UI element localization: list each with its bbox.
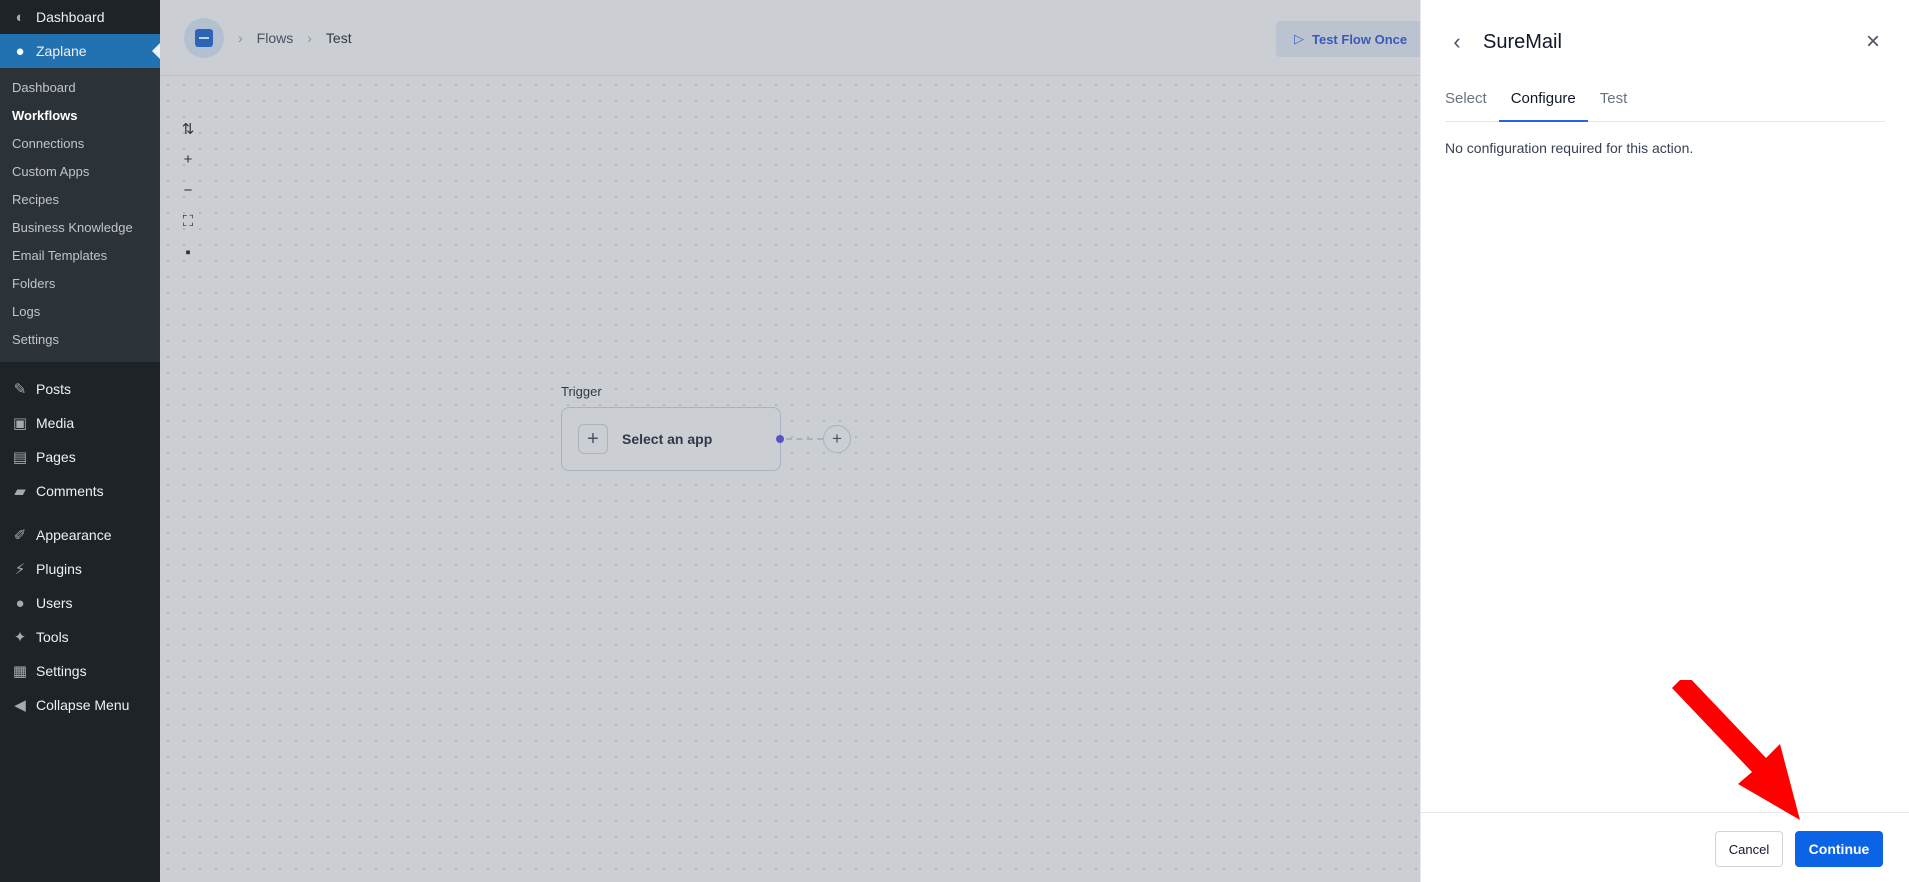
menu-label: Dashboard [36, 9, 105, 25]
menu-posts[interactable]: ✎ Posts [0, 372, 160, 406]
submenu-dashboard[interactable]: Dashboard [0, 74, 160, 102]
panel-header: ‹ SureMail × [1445, 22, 1885, 62]
submenu-workflows[interactable]: Workflows [0, 102, 160, 130]
submenu-settings[interactable]: Settings [0, 326, 160, 354]
zaplane-icon: ● [15, 42, 25, 60]
submenu-connections[interactable]: Connections [0, 130, 160, 158]
menu-label: Zaplane [36, 43, 87, 59]
dashboard-icon: ◐ [15, 8, 25, 26]
continue-button[interactable]: Continue [1795, 831, 1883, 867]
wrench-icon: ✦ [13, 629, 27, 646]
user-icon: ● [15, 594, 25, 612]
media-icon: ▣ [12, 415, 28, 432]
panel-title: SureMail [1483, 30, 1562, 53]
menu-comments[interactable]: ▰ Comments [0, 474, 160, 508]
plug-icon: ⚡ [14, 561, 26, 578]
wp-admin-sidebar: ◐ Dashboard ● Zaplane Dashboard Workflow… [0, 0, 160, 882]
pin-icon: ✎ [13, 381, 27, 398]
menu-label: Media [36, 415, 75, 431]
menu-tools[interactable]: ✦ Tools [0, 620, 160, 654]
menu-settings[interactable]: ▦ Settings [0, 654, 160, 688]
annotation-arrow-icon [1672, 680, 1800, 820]
menu-label: Users [36, 595, 73, 611]
tab-configure[interactable]: Configure [1498, 84, 1588, 122]
menu-plugins[interactable]: ⚡ Plugins [0, 552, 160, 586]
brush-icon: ✐ [13, 527, 27, 544]
no-config-message: No configuration required for this actio… [1445, 140, 1694, 156]
menu-appearance[interactable]: ✐ Appearance [0, 518, 160, 552]
menu-dashboard[interactable]: ◐ Dashboard [0, 0, 160, 34]
close-icon[interactable]: × [1861, 28, 1885, 55]
menu-label: Comments [36, 483, 104, 499]
menu-label: Posts [36, 381, 72, 397]
menu-label: Appearance [36, 527, 112, 543]
tab-select[interactable]: Select [1445, 84, 1499, 122]
cancel-button[interactable]: Cancel [1715, 831, 1783, 867]
settings-icon: ▦ [12, 663, 28, 680]
back-arrow-icon[interactable]: ‹ [1445, 29, 1469, 54]
menu-users[interactable]: ● Users [0, 586, 160, 620]
menu-pages[interactable]: ▤ Pages [0, 440, 160, 474]
submenu-business-knowledge[interactable]: Business Knowledge [0, 214, 160, 242]
submenu-email-templates[interactable]: Email Templates [0, 242, 160, 270]
menu-label: Plugins [36, 561, 82, 577]
menu-collapse[interactable]: ◀ Collapse Menu [0, 688, 160, 722]
submenu-folders[interactable]: Folders [0, 270, 160, 298]
submenu-recipes[interactable]: Recipes [0, 186, 160, 214]
menu-label: Collapse Menu [36, 697, 130, 713]
menu-label: Pages [36, 449, 76, 465]
submenu-custom-apps[interactable]: Custom Apps [0, 158, 160, 186]
menu-label: Tools [36, 629, 69, 645]
comment-icon: ▰ [14, 483, 26, 500]
menu-zaplane[interactable]: ● Zaplane [0, 34, 160, 68]
tab-test[interactable]: Test [1588, 84, 1640, 122]
menu-media[interactable]: ▣ Media [0, 406, 160, 440]
pages-icon: ▤ [12, 449, 28, 466]
modal-backdrop[interactable] [160, 0, 1420, 882]
zaplane-submenu: Dashboard Workflows Connections Custom A… [0, 68, 160, 362]
collapse-icon: ◀ [14, 697, 26, 714]
panel-tabs: Select Configure Test [1445, 84, 1885, 122]
menu-label: Settings [36, 663, 87, 679]
submenu-logs[interactable]: Logs [0, 298, 160, 326]
